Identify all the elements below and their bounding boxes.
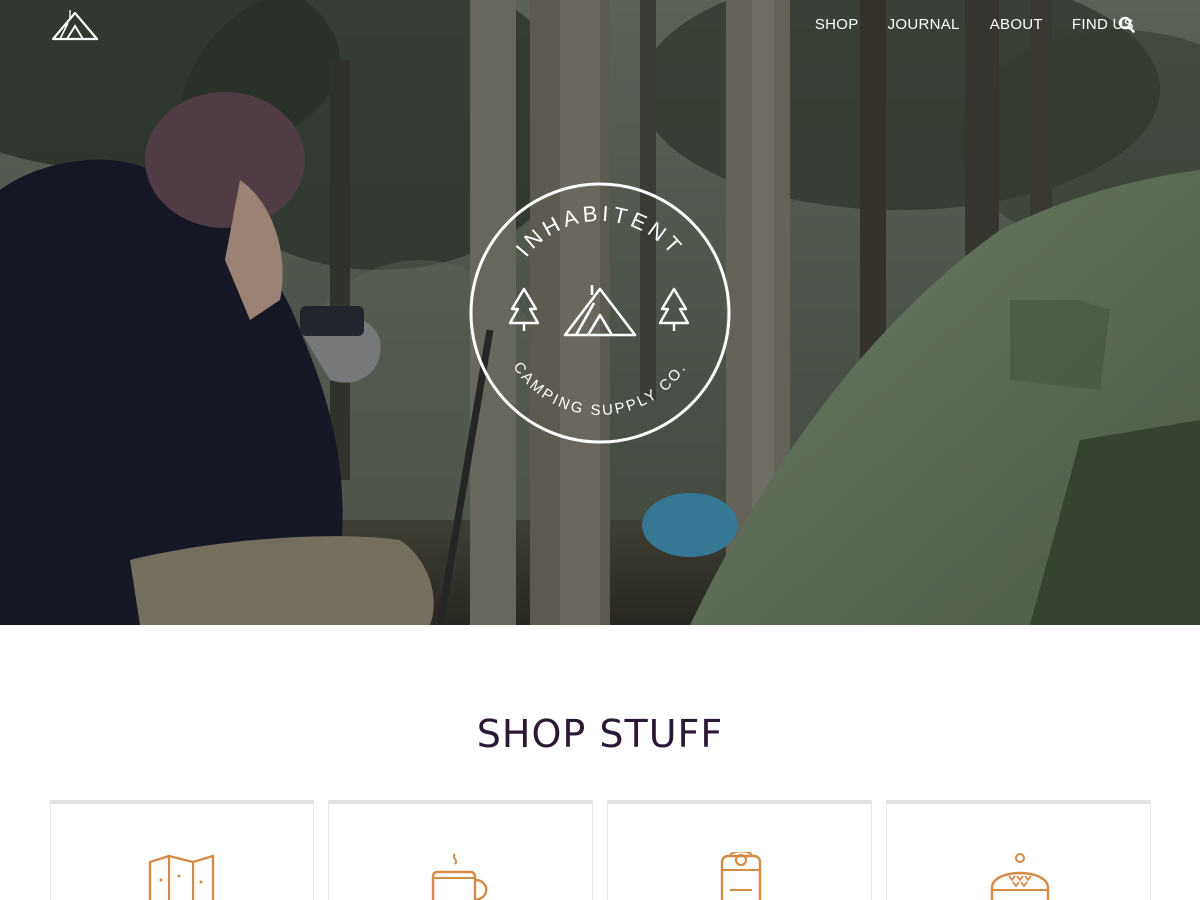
main-nav: SHOP JOURNAL ABOUT FIND US (815, 14, 1134, 35)
search-icon[interactable] (1118, 16, 1136, 34)
mug-icon (431, 853, 488, 900)
tent-icon (563, 285, 637, 337)
category-card-sleeping-bags[interactable] (607, 800, 872, 900)
map-icon (148, 854, 215, 900)
nav-link-about[interactable]: ABOUT (990, 14, 1043, 35)
hero-banner: SHOP JOURNAL ABOUT FIND US INHABITENT CA… (0, 0, 1200, 625)
badge-bottom-text: CAMPING SUPPLY CO. (510, 359, 691, 419)
category-card-beanies[interactable] (886, 800, 1151, 900)
beanie-icon (990, 853, 1050, 900)
badge-top-text: INHABITENT (511, 201, 689, 262)
brand-badge: INHABITENT CAMPING SUPPLY CO. (469, 182, 731, 444)
category-card-mugs[interactable] (328, 800, 593, 900)
tree-icon (658, 287, 690, 331)
nav-link-shop[interactable]: SHOP (815, 14, 859, 35)
category-card-maps[interactable] (50, 800, 314, 900)
tent-logo-icon[interactable] (50, 8, 100, 44)
nav-link-journal[interactable]: JOURNAL (888, 14, 960, 35)
sleeping-bag-icon (720, 852, 762, 900)
category-cards (50, 800, 1151, 900)
section-title: SHOP STUFF (476, 712, 724, 756)
tree-icon (508, 287, 540, 331)
